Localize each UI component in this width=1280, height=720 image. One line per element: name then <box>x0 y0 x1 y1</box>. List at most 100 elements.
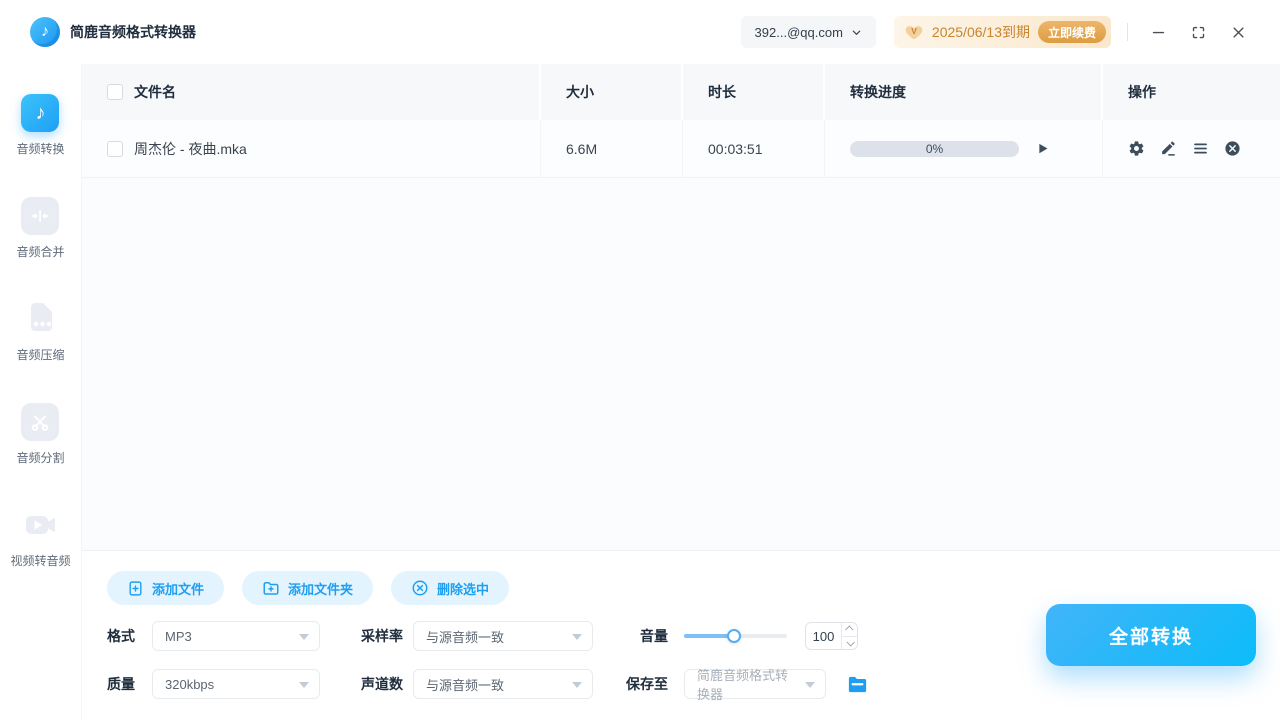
main-panel: 文件名 大小 时长 转换进度 操作 周杰伦 - 夜曲.mka 6.6M 00:0… <box>82 64 1280 720</box>
select-all-checkbox[interactable] <box>107 84 123 100</box>
sample-rate-label: 采样率 <box>361 628 403 644</box>
renew-button[interactable]: 立即续费 <box>1037 21 1106 43</box>
close-circle-icon <box>1225 141 1240 156</box>
file-list-empty-area <box>82 178 1280 551</box>
column-size: 大小 <box>566 84 594 100</box>
sidebar-item-video-to-audio[interactable]: 视频转音频 <box>10 506 71 569</box>
audio-split-icon <box>21 403 60 441</box>
sidebar: ♪ 音频转换 音频合并 音频压缩 音频分割 视频转音频 <box>0 64 82 720</box>
progress-percent: 0% <box>925 141 944 156</box>
volume-value[interactable]: 100 <box>806 623 841 649</box>
window-controls-divider <box>1127 23 1128 41</box>
delete-circle-icon <box>412 580 428 596</box>
save-to-dropdown[interactable]: 简鹿音频格式转换器 <box>684 668 826 702</box>
caret-down-icon <box>572 682 582 688</box>
slider-thumb[interactable] <box>727 629 742 643</box>
account-dropdown[interactable]: 392...@qq.com <box>740 16 876 48</box>
volume-increment-button[interactable] <box>842 623 857 637</box>
minimize-button[interactable] <box>1138 12 1178 52</box>
app-title: 简鹿音频格式转换器 <box>70 24 196 40</box>
format-value: MP3 <box>165 628 192 644</box>
folder-icon <box>848 676 867 692</box>
vip-crown-icon: V <box>905 26 923 40</box>
add-folder-icon <box>263 582 279 595</box>
sample-rate-value: 与源音频一致 <box>426 629 505 645</box>
bottom-panel: 添加文件 添加文件夹 删除选中 格式 MP3 采样率 与源音频一致 音量 100… <box>82 551 1280 720</box>
account-email: 392...@qq.com <box>754 24 843 40</box>
maximize-icon <box>1192 26 1204 38</box>
add-file-button[interactable]: 添加文件 <box>107 571 225 605</box>
row-checkbox[interactable] <box>107 140 123 157</box>
pencil-icon <box>1162 141 1175 156</box>
sidebar-item-audio-convert[interactable]: ♪ 音频转换 <box>16 94 65 157</box>
volume-label: 音量 <box>640 628 668 644</box>
sample-rate-dropdown[interactable]: 与源音频一致 <box>413 621 593 651</box>
file-name: 周杰伦 - 夜曲.mka <box>134 140 247 157</box>
audio-convert-icon: ♪ <box>21 94 60 132</box>
save-to-value: 简鹿音频格式转换器 <box>697 668 789 702</box>
channels-label: 声道数 <box>361 676 403 692</box>
file-size: 6.6M <box>566 140 598 157</box>
channels-value: 与源音频一致 <box>426 677 505 693</box>
sidebar-item-audio-compress[interactable]: 音频压缩 <box>16 300 65 363</box>
app-window: ♪ 简鹿音频格式转换器 392...@qq.com V 2025/06/13到期… <box>0 0 1280 720</box>
svg-text:V: V <box>911 26 917 36</box>
column-progress: 转换进度 <box>850 84 906 100</box>
close-button[interactable] <box>1218 12 1258 52</box>
sidebar-item-label: 音频压缩 <box>16 348 65 362</box>
vip-expiry-date: 2025/06/13到期 <box>931 24 1030 40</box>
quality-dropdown[interactable]: 320kbps <box>152 669 320 699</box>
row-settings-button[interactable] <box>1128 140 1145 157</box>
add-file-icon <box>129 580 142 596</box>
row-info-button[interactable] <box>1192 140 1209 157</box>
add-folder-button[interactable]: 添加文件夹 <box>242 571 374 605</box>
caret-down-icon <box>805 682 815 688</box>
add-folder-label: 添加文件夹 <box>288 581 354 597</box>
file-table-header: 文件名 大小 时长 转换进度 操作 <box>82 64 1280 120</box>
sidebar-item-audio-split[interactable]: 音频分割 <box>16 403 65 466</box>
quality-value: 320kbps <box>165 676 215 692</box>
file-duration: 00:03:51 <box>708 140 763 157</box>
title-bar: ♪ 简鹿音频格式转换器 392...@qq.com V 2025/06/13到期… <box>0 0 1280 64</box>
caret-down-icon <box>299 634 309 640</box>
delete-selected-label: 删除选中 <box>437 581 490 597</box>
chevron-up-icon <box>844 625 854 635</box>
volume-spinner: 100 <box>805 622 858 650</box>
channels-dropdown[interactable]: 与源音频一致 <box>413 669 593 699</box>
app-logo-icon: ♪ <box>30 17 60 47</box>
audio-merge-icon <box>21 197 60 235</box>
volume-slider[interactable] <box>684 629 787 643</box>
column-filename: 文件名 <box>134 84 176 100</box>
table-row: 周杰伦 - 夜曲.mka 6.6M 00:03:51 0% <box>82 120 1280 178</box>
row-delete-button[interactable] <box>1224 140 1241 157</box>
caret-down-icon <box>299 682 309 688</box>
progress-bar: 0% <box>850 140 1019 157</box>
sidebar-item-label: 音频合并 <box>16 245 65 259</box>
caret-down-icon <box>572 634 582 640</box>
play-button[interactable] <box>1035 141 1050 156</box>
gear-icon <box>1129 141 1144 156</box>
chevron-down-icon <box>845 637 855 647</box>
volume-decrement-button[interactable] <box>842 637 857 650</box>
delete-selected-button[interactable]: 删除选中 <box>391 571 510 605</box>
convert-all-button[interactable]: 全部转换 <box>1046 604 1256 666</box>
menu-lines-icon <box>1194 143 1207 154</box>
video-to-audio-icon <box>21 506 59 544</box>
row-rename-button[interactable] <box>1160 140 1177 157</box>
sidebar-item-label: 音频转换 <box>16 142 65 156</box>
maximize-button[interactable] <box>1178 12 1218 52</box>
format-label: 格式 <box>107 628 135 644</box>
format-dropdown[interactable]: MP3 <box>152 621 320 651</box>
browse-folder-button[interactable] <box>846 673 869 696</box>
sidebar-item-label: 音频分割 <box>16 451 65 465</box>
vip-badge: V 2025/06/13到期 立即续费 <box>893 16 1111 48</box>
save-to-label: 保存至 <box>626 676 668 692</box>
column-operations: 操作 <box>1128 84 1156 100</box>
minimize-icon <box>1152 31 1164 33</box>
sidebar-item-audio-merge[interactable]: 音频合并 <box>16 197 65 260</box>
audio-compress-icon <box>21 300 59 338</box>
brand: ♪ 简鹿音频格式转换器 <box>30 17 196 47</box>
sidebar-item-label: 视频转音频 <box>10 554 71 568</box>
chevron-down-icon <box>852 30 861 35</box>
play-icon <box>1039 143 1048 154</box>
